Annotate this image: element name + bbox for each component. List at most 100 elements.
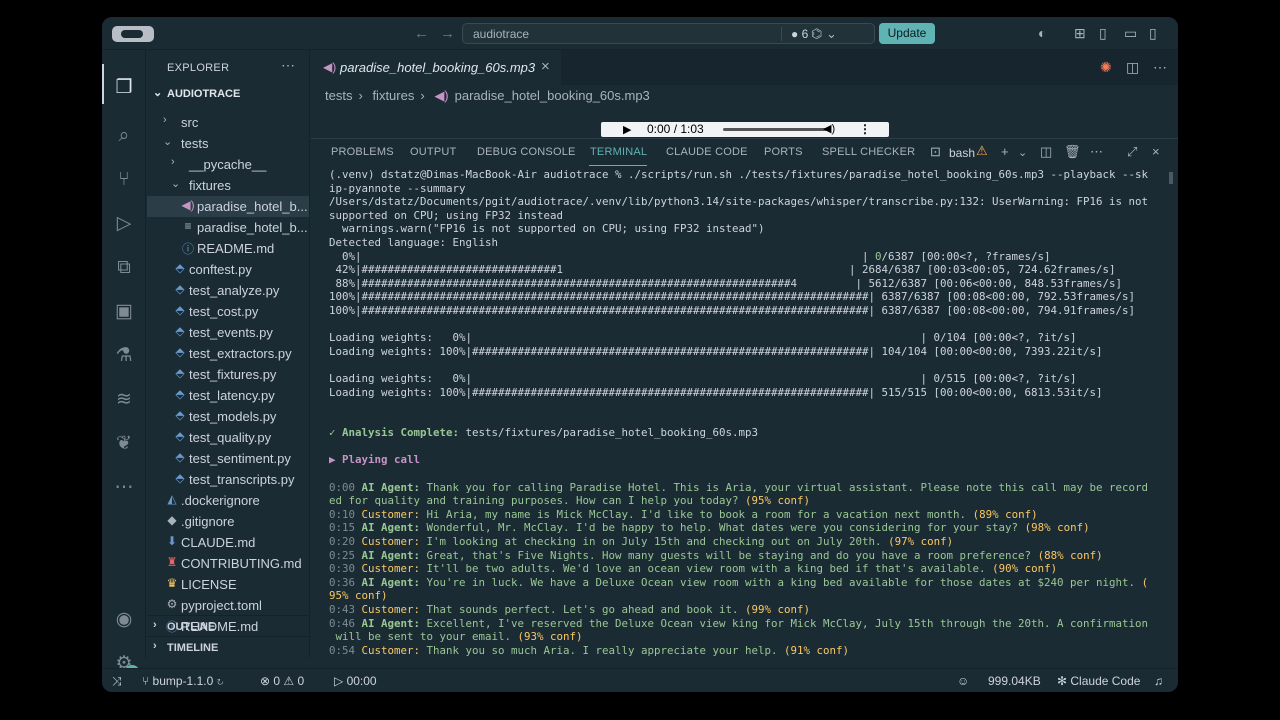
search-icon[interactable]: ⌕ (112, 124, 136, 148)
back-arrow-icon[interactable]: ← (414, 25, 429, 42)
chevron-right-icon: › (171, 156, 175, 168)
tab-problems[interactable]: PROBLEMS (331, 146, 394, 158)
branch-item[interactable]: ⑂ bump-1.1.0 ↻ (142, 674, 224, 688)
copilot-status-icon[interactable]: ☺ (957, 674, 969, 688)
tab-debug-console[interactable]: DEBUG CONSOLE (477, 146, 576, 158)
update-button[interactable]: Update (879, 23, 935, 44)
tab-terminal[interactable]: TERMINAL (590, 146, 647, 158)
audio-more-icon[interactable]: ⋮ (859, 122, 871, 136)
tree-folder[interactable]: › src (147, 112, 309, 133)
tree-item-label: pyproject.toml (181, 598, 262, 613)
forward-arrow-icon[interactable]: → (440, 25, 455, 42)
tree-folder[interactable]: ⌄ tests (147, 133, 309, 154)
volume-icon[interactable]: ◀) (823, 122, 835, 135)
toggle-secondary-sidebar-icon[interactable]: ▯ (1149, 25, 1157, 42)
python-file-icon: ⬘ (175, 450, 185, 464)
terminal-line: 0:30 Customer: It'll be two adults. We'd… (329, 562, 1058, 576)
tab-claude-code[interactable]: CLAUDE CODE (666, 146, 748, 158)
more-actions-icon[interactable]: ⋯ (1153, 59, 1167, 76)
tree-file[interactable]: ⬘ test_transcripts.py (147, 469, 309, 490)
new-terminal-icon[interactable]: + (1001, 144, 1009, 159)
notification-count[interactable]: ● 6 (791, 27, 808, 41)
tree-item-label: test_sentiment.py (189, 451, 291, 466)
close-icon[interactable]: × (541, 58, 550, 75)
memory-item[interactable]: 999.04KB (988, 674, 1041, 688)
tree-file[interactable]: ⬘ test_quality.py (147, 427, 309, 448)
tree-file[interactable]: ≡ paradise_hotel_b... (147, 217, 309, 238)
toggle-sidebar-icon[interactable]: ▯ (1099, 25, 1107, 42)
claude-code-item[interactable]: ✻ Claude Code (1057, 674, 1140, 688)
tree-file[interactable]: ⬘ test_events.py (147, 322, 309, 343)
explorer-icon[interactable]: ❐ (112, 76, 136, 100)
tab-bar: ◀) paradise_hotel_booking_60s.mp3 × ✺ ◫ … (311, 50, 1178, 85)
tree-file[interactable]: ⬘ test_models.py (147, 406, 309, 427)
tree-item-label: CLAUDE.md (181, 535, 256, 550)
shell-label[interactable]: bash (949, 146, 975, 160)
tree-file[interactable]: ⬘ test_cost.py (147, 301, 309, 322)
window-toggle[interactable] (112, 26, 154, 42)
outline-section[interactable]: › OUTLINE (147, 615, 309, 636)
activity-bar: ❐ ⌕ ⑂ ▷ ⧉ ▣ ⚗ ≋ ❦ ⋯ ◉ ⚙ 1 (102, 50, 146, 681)
terminal-line: 100%|###################################… (329, 290, 1136, 304)
toggle-panel-icon[interactable]: ▭ (1124, 25, 1137, 42)
tree-file[interactable]: ⬘ test_fixtures.py (147, 364, 309, 385)
tree-file[interactable]: ♜ CONTRIBUTING.md (147, 553, 309, 574)
account-icon[interactable]: ◉ (112, 608, 136, 632)
notifications-bell-icon[interactable]: ♫ (1154, 674, 1163, 688)
split-terminal-icon[interactable]: ◫ (1040, 144, 1052, 160)
remote-icon[interactable]: ⤨ (112, 674, 122, 689)
mermaid-icon[interactable]: ≋ (112, 388, 136, 412)
tree-item-label: test_quality.py (189, 430, 272, 445)
tree-file[interactable]: ◆ .gitignore (147, 511, 309, 532)
python-file-icon: ⬘ (175, 282, 185, 296)
explorer-title: EXPLORER (167, 62, 230, 74)
extensions-icon[interactable]: ⧉ (112, 256, 136, 280)
testing-icon[interactable]: ⚗ (112, 344, 136, 368)
mongodb-icon[interactable]: ❦ (112, 432, 136, 456)
warning-icon[interactable]: ⚠ (976, 143, 988, 159)
claude-icon[interactable]: ✺ (1100, 59, 1112, 76)
tab-spell-checker[interactable]: SPELL CHECKER (822, 146, 915, 158)
play-icon[interactable]: ▶ (623, 123, 631, 136)
tree-file[interactable]: ⬘ test_sentiment.py (147, 448, 309, 469)
source-control-icon[interactable]: ⑂ (112, 168, 136, 192)
explorer-more-icon[interactable]: ⋯ (281, 57, 295, 74)
tab-output[interactable]: OUTPUT (410, 146, 456, 158)
more-icon[interactable]: ⋯ (112, 476, 136, 500)
tree-file[interactable]: ⬘ test_analyze.py (147, 280, 309, 301)
problems-item[interactable]: ⊗ 0 ⚠ 0 (260, 674, 304, 688)
audio-seek-bar[interactable] (723, 128, 829, 131)
tree-file[interactable]: ◀) paradise_hotel_b... (147, 196, 309, 217)
tree-item-label: fixtures (189, 178, 231, 193)
copilot-icon[interactable]: ◐ (1038, 25, 1046, 41)
tree-file[interactable]: ⬘ test_latency.py (147, 385, 309, 406)
tab-ports[interactable]: PORTS (764, 146, 803, 158)
run-debug-icon[interactable]: ▷ (112, 212, 136, 236)
split-editor-icon[interactable]: ◫ (1126, 59, 1139, 76)
remote-explorer-icon[interactable]: ▣ (112, 300, 136, 324)
tree-file[interactable]: ♛ LICENSE (147, 574, 309, 595)
tree-folder[interactable]: › __pycache__ (147, 154, 309, 175)
tree-file[interactable]: ⚙ pyproject.toml (147, 595, 309, 616)
tab-audio-file[interactable]: ◀) paradise_hotel_booking_60s.mp3 × (311, 50, 561, 85)
chevron-down-icon[interactable]: ⌄ (1018, 146, 1027, 159)
layout-icon[interactable]: ⊞ (1074, 25, 1086, 42)
timeline-section[interactable]: › TIMELINE (147, 636, 309, 657)
terminal-output[interactable]: (.venv) dstatz@Dimas-MacBook-Air audiotr… (329, 168, 1167, 658)
close-panel-icon[interactable]: × (1152, 144, 1160, 159)
tree-file[interactable]: ⬘ test_extractors.py (147, 343, 309, 364)
maximize-panel-icon[interactable]: ⤢ (1127, 144, 1137, 160)
tree-item-label: test_events.py (189, 325, 273, 340)
more-actions-icon[interactable]: ⋯ (1090, 144, 1103, 160)
command-center-search[interactable]: audiotrace ● 6 ⌬ ⌄ (462, 23, 875, 44)
tree-file[interactable]: ⓘ README.md (147, 238, 309, 259)
project-header[interactable]: ⌄ AUDIOTRACE (147, 84, 309, 104)
trash-icon[interactable]: 🗑︎ (1064, 144, 1081, 160)
tree-file[interactable]: ⬇ CLAUDE.md (147, 532, 309, 553)
tree-file[interactable]: ⬘ conftest.py (147, 259, 309, 280)
chat-icon[interactable]: ⌬ ⌄ (811, 26, 837, 42)
terminal-scrollbar[interactable] (1169, 172, 1173, 184)
tree-file[interactable]: ◭ .dockerignore (147, 490, 309, 511)
timer-item[interactable]: ▷ 00:00 (334, 674, 377, 688)
tree-folder[interactable]: ⌄ fixtures (147, 175, 309, 196)
